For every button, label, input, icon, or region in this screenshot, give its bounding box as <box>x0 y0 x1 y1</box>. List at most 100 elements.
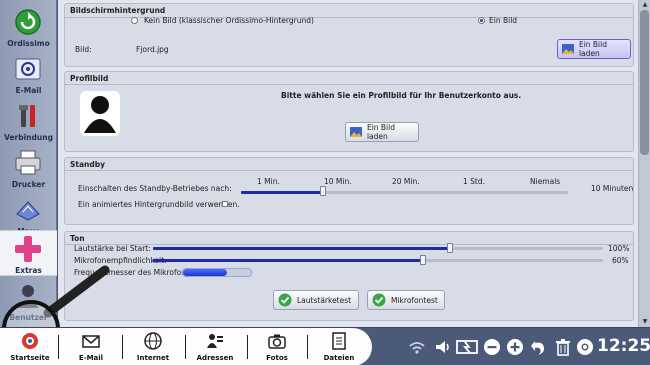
standby-slider-knob[interactable] <box>320 186 326 196</box>
divider <box>122 335 123 359</box>
sidebar-item-label: Drucker <box>11 180 46 189</box>
taskbar-item-label: Fotos <box>266 354 288 362</box>
sidebar-item-connection[interactable]: Verbindung <box>0 98 57 145</box>
divider <box>58 335 59 359</box>
wallpaper-section: Bildschirmhintergrund Kein Bild (klassis… <box>64 3 634 67</box>
envelope-icon <box>82 335 100 348</box>
scrollbar-thumb[interactable] <box>640 10 649 155</box>
standby-slider-fill <box>241 191 323 194</box>
help-lifebuoy-icon[interactable] <box>576 338 594 356</box>
mic-level-meter <box>182 268 252 277</box>
home-icon <box>22 333 38 349</box>
standby-tick: 1 Std. <box>463 177 486 186</box>
profile-avatar <box>80 91 120 136</box>
volume-label: Lautstärke bei Start: <box>74 244 151 253</box>
divider <box>65 170 633 171</box>
volume-slider-knob[interactable] <box>447 243 453 253</box>
mouse-icon <box>16 201 40 221</box>
sidebar-item-label: Verbindung <box>4 133 53 142</box>
standby-tick: 20 Min. <box>392 177 420 186</box>
wifi-icon[interactable] <box>408 338 426 356</box>
divider <box>247 335 248 359</box>
globe-icon <box>144 332 162 350</box>
standby-value: 10 Minuten <box>591 184 634 193</box>
volume-slider[interactable] <box>153 247 603 250</box>
contacts-icon <box>207 334 223 348</box>
taskbar-item-label: Startseite <box>10 354 50 362</box>
button-label: Lautstärketest <box>297 295 352 305</box>
wallpaper-image-label: Ein Bild <box>489 16 518 25</box>
scrollbar[interactable]: ▲ ▼ <box>638 0 650 327</box>
wallpaper-load-button[interactable]: Ein Bild laden <box>557 39 631 59</box>
sidebar-item-label: E-Mail <box>15 86 42 95</box>
check-icon <box>278 293 292 307</box>
button-label: Ein Bild laden <box>578 40 607 58</box>
scroll-down-arrow-icon[interactable]: ▼ <box>641 318 649 325</box>
button-label: Ein Bild laden <box>366 123 395 141</box>
mic-level-fill <box>183 269 228 276</box>
mic-test-button[interactable]: Mikrofontest <box>367 290 445 310</box>
wallpaper-image-radio[interactable] <box>478 17 485 24</box>
section-title: Bildschirmhintergrund <box>70 6 166 15</box>
taskbar-item-addresses[interactable]: Adressen <box>192 328 238 365</box>
standby-tick: 1 Min. <box>257 177 280 186</box>
profile-load-button[interactable]: Ein Bild laden <box>345 122 419 142</box>
sidebar-item-ordissimo[interactable]: Ordissimo <box>0 4 57 51</box>
volume-test-button[interactable]: Lautstärketest <box>273 290 359 310</box>
sidebar-item-email[interactable]: E-Mail <box>0 51 57 98</box>
picture-icon <box>562 44 574 54</box>
animated-wallpaper-label: Ein animiertes Hintergrundbild verwenden… <box>78 200 240 209</box>
standby-slider[interactable] <box>241 191 568 194</box>
plus-icon <box>15 236 41 262</box>
profile-prompt: Bitte wählen Sie ein Profilbild für Ihr … <box>281 91 522 100</box>
animated-wallpaper-checkbox[interactable] <box>222 201 228 207</box>
taskbar-item-home[interactable]: Startseite <box>8 328 52 365</box>
taskbar-item-label: Adressen <box>196 354 234 362</box>
mic-sensitivity-slider[interactable] <box>153 259 603 262</box>
check-icon <box>372 293 386 307</box>
divider <box>185 335 186 359</box>
taskbar: Startseite E-Mail Internet Adressen Foto… <box>0 327 650 365</box>
tools-icon <box>19 105 35 127</box>
files-icon <box>332 332 346 350</box>
taskbar-item-label: Internet <box>136 354 170 362</box>
image-filename: Fjord.jpg <box>136 45 169 54</box>
divider <box>65 84 633 85</box>
mic-sensitivity-fill <box>153 259 423 262</box>
battery-charging-icon[interactable] <box>456 338 480 356</box>
mic-sensitivity-knob[interactable] <box>420 255 426 265</box>
sound-section: Ton Lautstärke bei Start: 100% Mikrofone… <box>64 231 634 321</box>
image-field-label: Bild: <box>75 45 92 54</box>
clock: 12:25 <box>597 336 650 356</box>
picture-icon <box>350 127 362 137</box>
user-silhouette-icon <box>84 96 116 133</box>
sidebar-item-printer[interactable]: Drucker <box>0 145 57 192</box>
zoom-out-icon[interactable] <box>483 338 501 356</box>
profile-section: Profilbild Bitte wählen Sie ein Profilbi… <box>64 71 634 152</box>
settings-panel: Bildschirmhintergrund Kein Bild (klassis… <box>58 0 638 327</box>
email-icon <box>15 58 41 80</box>
standby-tick: 10 Min. <box>324 177 352 186</box>
standby-label: Einschalten des Standby-Betriebes nach: <box>78 184 232 193</box>
taskbar-item-label: E-Mail <box>78 354 104 362</box>
scroll-up-arrow-icon[interactable]: ▲ <box>641 1 649 8</box>
trash-icon[interactable] <box>554 338 572 356</box>
camera-icon <box>268 334 286 349</box>
volume-value: 100% <box>608 244 630 253</box>
wallpaper-none-radio[interactable] <box>131 17 138 24</box>
taskbar-item-internet[interactable]: Internet <box>130 328 176 365</box>
zoom-in-icon[interactable] <box>506 338 524 356</box>
volume-icon[interactable] <box>434 338 452 356</box>
section-title: Profilbild <box>70 74 109 83</box>
printer-icon <box>15 150 41 175</box>
ordissimo-home-icon <box>15 9 41 35</box>
taskbar-item-label: Dateien <box>323 354 355 362</box>
undo-icon[interactable] <box>530 338 548 356</box>
section-title: Ton <box>70 234 85 243</box>
standby-tick: Niemals <box>530 177 561 186</box>
sidebar-item-label: Ordissimo <box>7 39 50 48</box>
taskbar-item-email[interactable]: E-Mail <box>68 328 114 365</box>
taskbar-item-files[interactable]: Dateien <box>316 328 362 365</box>
taskbar-item-photos[interactable]: Fotos <box>255 328 299 365</box>
standby-section: Standby 1 Min. 10 Min. 20 Min. 1 Std. Ni… <box>64 157 634 225</box>
